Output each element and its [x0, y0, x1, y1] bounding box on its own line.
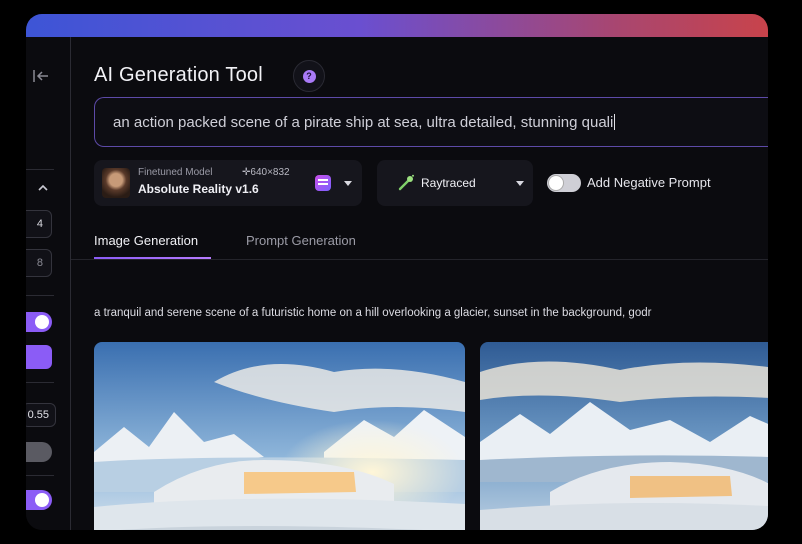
sidebar-toggle[interactable] — [26, 312, 52, 332]
page-title: AI Generation Tool — [94, 64, 263, 86]
magic-wand-icon — [398, 174, 414, 191]
top-gradient-bar — [26, 14, 768, 37]
prompt-input[interactable]: an action packed scene of a pirate ship … — [94, 97, 768, 147]
sidebar-value-field[interactable]: 0.55 — [26, 403, 56, 427]
model-name: Absolute Reality v1.6 — [138, 182, 259, 196]
tab-image-generation[interactable]: Image Generation — [94, 233, 198, 248]
generated-image[interactable] — [94, 342, 465, 530]
model-kind-label: Finetuned Model — [138, 167, 213, 178]
model-settings-icon[interactable] — [315, 175, 331, 191]
help-button[interactable]: ? — [293, 60, 325, 92]
sidebar-toggle[interactable] — [26, 490, 52, 510]
sidebar-divider — [26, 295, 54, 296]
style-selector[interactable]: Raytraced — [377, 160, 533, 206]
app-window: 4 8 A 0.55 AI Generation Tool ? an actio… — [26, 14, 768, 530]
sidebar-number-field[interactable]: 4 — [26, 210, 52, 238]
style-label: Raytraced — [421, 176, 476, 190]
sidebar-divider — [26, 169, 54, 170]
sidebar-toggle[interactable] — [26, 442, 52, 462]
model-avatar — [102, 168, 130, 198]
negative-prompt-toggle[interactable] — [547, 174, 581, 192]
sidebar-chip[interactable]: A — [26, 345, 52, 369]
chevron-down-icon[interactable] — [344, 181, 352, 186]
help-icon: ? — [302, 69, 316, 83]
generated-image[interactable] — [480, 342, 768, 530]
chevron-up-icon[interactable] — [38, 184, 48, 192]
sidebar-divider — [26, 475, 54, 476]
sidebar-divider — [26, 382, 54, 383]
collapse-sidebar-icon[interactable] — [32, 69, 50, 83]
tabs-divider — [71, 259, 768, 260]
model-resolution: ✛640×832 — [242, 167, 290, 178]
chevron-down-icon[interactable] — [516, 181, 524, 186]
sidebar-number-field[interactable]: 8 — [26, 249, 52, 277]
model-selector[interactable]: Finetuned Model ✛640×832 Absolute Realit… — [94, 160, 362, 206]
settings-sidebar: 4 8 A 0.55 — [26, 37, 71, 530]
generation-prompt-text: a tranquil and serene scene of a futuris… — [94, 307, 652, 319]
tab-prompt-generation[interactable]: Prompt Generation — [246, 233, 356, 248]
main-panel: AI Generation Tool ? an action packed sc… — [71, 37, 768, 530]
text-caret — [614, 114, 616, 130]
prompt-text: an action packed scene of a pirate ship … — [113, 114, 614, 131]
negative-prompt-label: Add Negative Prompt — [587, 175, 711, 190]
